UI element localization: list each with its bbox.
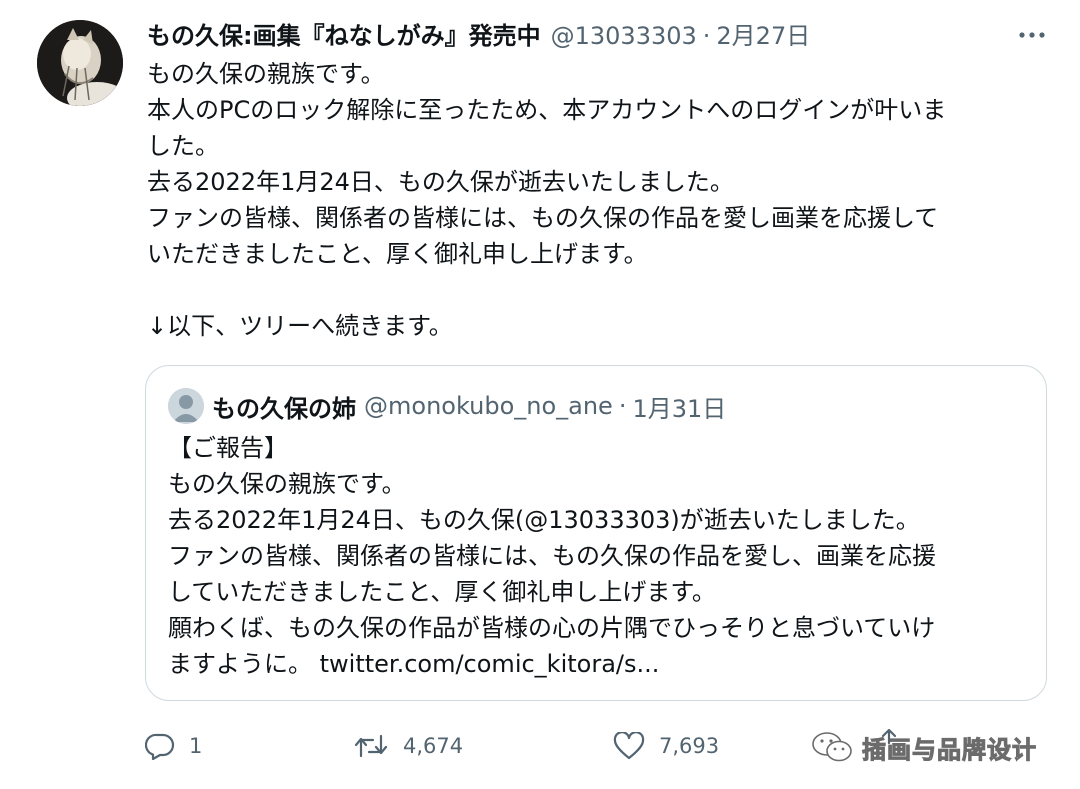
quote-text-line: ますように。 twitter.com/comic_kitora/s...	[168, 650, 660, 678]
quote-text-line: ファンの皆様、関係者の皆様には、もの久保の作品を愛し、画業を応援	[168, 542, 936, 570]
like-count: 7,693	[659, 734, 720, 758]
tweet-text-line: した。	[147, 132, 219, 160]
like-button[interactable]: 7,693	[613, 724, 719, 768]
more-options-button[interactable]	[1012, 20, 1052, 50]
author-handle[interactable]: @13033303	[551, 14, 697, 58]
retweet-button[interactable]: 4,674	[353, 724, 463, 768]
quote-text: 【ご報告】 もの久保の親族です。 去る2022年1月24日、もの久保(@1303…	[168, 430, 1038, 682]
quote-display-name[interactable]: もの久保の姉	[212, 389, 356, 424]
more-horizontal-icon	[1019, 32, 1045, 38]
quote-separator: ·	[618, 392, 627, 420]
quote-text-line: 【ご報告】	[168, 434, 288, 462]
reply-count: 1	[189, 734, 203, 758]
reply-icon	[145, 733, 175, 760]
heart-icon	[613, 732, 645, 760]
tweet-header: もの久保:画集『ねなしがみ』発売中 @13033303 · 2月27日	[147, 14, 810, 58]
quote-handle[interactable]: @monokubo_no_ane	[364, 392, 613, 420]
watermark: 插画与品牌设计	[810, 728, 1037, 766]
header-separator: ·	[702, 22, 711, 50]
retweet-count: 4,674	[403, 734, 464, 758]
tweet-text-line: もの久保の親族です。	[147, 60, 385, 88]
tweet-text-line: ファンの皆様、関係者の皆様には、もの久保の作品を愛し画業を応援して	[147, 204, 939, 232]
tweet-text-line: 本人のPCのロック解除に至ったため、本アカウントへのログインが叶いま	[147, 96, 947, 124]
wechat-icon	[812, 732, 852, 762]
tweet-date[interactable]: 2月27日	[716, 14, 810, 58]
quote-text-line: 願わくば、もの久保の作品が皆様の心の片隅でひっそりと息づいていけ	[168, 614, 936, 642]
author-display-name[interactable]: もの久保:画集『ねなしがみ』発売中	[147, 14, 541, 58]
author-avatar[interactable]	[37, 20, 123, 106]
quote-text-line: もの久保の親族です。	[168, 470, 406, 498]
default-profile-icon	[168, 388, 204, 424]
tweet: もの久保:画集『ねなしがみ』発売中 @13033303 · 2月27日 もの久保…	[0, 0, 1080, 789]
tweet-text-line: ↓以下、ツリーへ続きます。	[147, 312, 453, 340]
retweet-icon	[354, 734, 388, 758]
tweet-text-blank-line	[147, 272, 1047, 308]
quote-date[interactable]: 1月31日	[632, 389, 726, 424]
reply-button[interactable]: 1	[145, 724, 202, 768]
tweet-text-line: 去る2022年1月24日、もの久保が逝去いたしました。	[147, 168, 734, 196]
quoted-tweet-card[interactable]: もの久保の姉 @monokubo_no_ane · 1月31日 【ご報告】 もの…	[145, 365, 1047, 701]
quote-header: もの久保の姉 @monokubo_no_ane · 1月31日	[212, 384, 726, 428]
quote-avatar[interactable]	[168, 388, 204, 424]
tweet-text-line: いただきましたこと、厚く御礼申し上げます。	[147, 240, 648, 268]
share-icon[interactable]	[877, 728, 901, 745]
tweet-text: もの久保の親族です。 本人のPCのロック解除に至ったため、本アカウントへのログイ…	[147, 56, 1047, 344]
quote-text-line: していただきましたこと、厚く御礼申し上げます。	[168, 578, 716, 606]
quote-text-line: 去る2022年1月24日、もの久保(@13033303)が逝去いたしました。	[168, 506, 920, 534]
